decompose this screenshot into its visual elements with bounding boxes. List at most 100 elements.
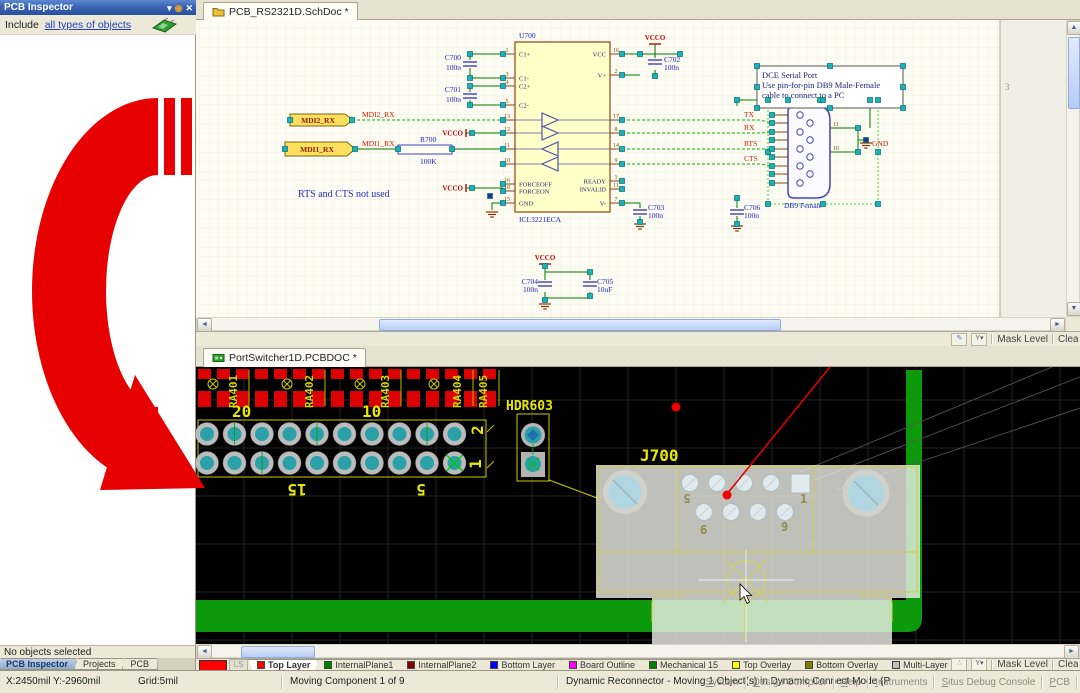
selection-handle[interactable]: [755, 85, 760, 90]
selection-handle[interactable]: [501, 118, 506, 123]
selection-handle[interactable]: [588, 294, 593, 299]
selection-handle[interactable]: [620, 131, 625, 136]
sch-vscroll-thumb[interactable]: [1068, 37, 1080, 109]
panel-button-design-compiler[interactable]: Design Compiler: [747, 677, 833, 688]
selection-handle[interactable]: [620, 118, 625, 123]
sch-mask-level-button[interactable]: Mask Level: [997, 334, 1048, 345]
selection-handle[interactable]: [868, 98, 873, 103]
selection-handle[interactable]: [501, 147, 506, 152]
selection-handle[interactable]: [735, 98, 740, 103]
pcb-scroll-left-icon[interactable]: ◄: [197, 645, 212, 659]
selection-handle[interactable]: [543, 298, 548, 303]
selection-handle[interactable]: [821, 202, 826, 207]
selection-handle[interactable]: [468, 84, 473, 89]
selection-handle[interactable]: [653, 74, 658, 79]
selection-handle[interactable]: [770, 172, 775, 177]
selection-handle[interactable]: [770, 147, 775, 152]
sch-clear-button[interactable]: Clear: [1058, 334, 1078, 345]
selection-handle[interactable]: [856, 126, 861, 131]
selection-handle[interactable]: [876, 202, 881, 207]
selection-handle[interactable]: [620, 201, 625, 206]
selection-handle[interactable]: [620, 179, 625, 184]
selection-handle[interactable]: [501, 182, 506, 187]
selection-handle[interactable]: [770, 181, 775, 186]
selection-handle[interactable]: [770, 155, 775, 160]
selection-handle[interactable]: [501, 201, 506, 206]
selection-handle[interactable]: [501, 189, 506, 194]
selection-handle[interactable]: [501, 162, 506, 167]
panel-button-system[interactable]: System: [699, 677, 744, 688]
sch-vscrollbar[interactable]: ▲ ▼: [1066, 20, 1080, 317]
pcb-canvas[interactable]: RA401RA402RA403RA404RA405201015521HDR603…: [196, 367, 1080, 644]
selection-handle[interactable]: [735, 222, 740, 227]
pcb-clear-button[interactable]: Clear: [1058, 659, 1078, 670]
sch-edit-icon[interactable]: ✎: [951, 333, 967, 346]
header-connector[interactable]: 201015521: [196, 402, 494, 499]
selection-handle[interactable]: [288, 118, 293, 123]
panel-tab-pcb[interactable]: PCB: [122, 658, 159, 670]
selection-handle[interactable]: [770, 113, 775, 118]
selection-handle[interactable]: [620, 73, 625, 78]
pcb-inspector-panel-header[interactable]: PCB Inspector ▾ ◉ ✕: [0, 0, 196, 15]
selection-handle[interactable]: [501, 52, 506, 57]
panel-menu-icon[interactable]: ▾: [167, 3, 172, 13]
pcb-hscroll-thumb[interactable]: [241, 646, 315, 658]
pcb-mask-level-button[interactable]: Mask Level: [997, 659, 1048, 670]
selection-handle[interactable]: [283, 147, 288, 152]
selection-handle[interactable]: [735, 196, 740, 201]
pcb-scroll-right-icon[interactable]: ►: [1064, 645, 1079, 659]
selection-handle[interactable]: [350, 118, 355, 123]
selection-handle[interactable]: [638, 220, 643, 225]
db9-pad-1[interactable]: [791, 474, 810, 493]
panel-button-help[interactable]: Help: [835, 677, 868, 688]
selection-handle[interactable]: [468, 76, 473, 81]
selection-handle[interactable]: [755, 64, 760, 69]
selection-handle[interactable]: [770, 164, 775, 169]
selection-handle[interactable]: [468, 52, 473, 57]
selection-handle[interactable]: [353, 147, 358, 152]
sch-hscroll-thumb[interactable]: [379, 319, 781, 331]
sch-scroll-right-icon[interactable]: ►: [1050, 318, 1065, 332]
selection-handle[interactable]: [901, 85, 906, 90]
selection-handle[interactable]: [620, 52, 625, 57]
selection-handle[interactable]: [828, 106, 833, 111]
sch-scroll-up-icon[interactable]: ▲: [1067, 21, 1080, 35]
sch-document-tab[interactable]: PCB_RS2321D.SchDoc *: [203, 2, 358, 21]
selection-handle[interactable]: [876, 150, 881, 155]
selection-handle[interactable]: [770, 130, 775, 135]
panel-close-icon[interactable]: ✕: [185, 3, 193, 13]
selection-handle[interactable]: [770, 138, 775, 143]
selection-handle[interactable]: [786, 98, 791, 103]
selection-handle[interactable]: [901, 64, 906, 69]
selection-handle[interactable]: [501, 76, 506, 81]
selection-handle[interactable]: [588, 270, 593, 275]
schematic-canvas[interactable]: 3U700ICL3221ECA1345131211101618151621781…: [196, 20, 1080, 317]
panel-button-instruments[interactable]: Instruments: [869, 677, 933, 688]
selection-handle[interactable]: [501, 131, 506, 136]
selection-handle[interactable]: [821, 98, 826, 103]
selection-handle[interactable]: [501, 84, 506, 89]
sheet-port-mdi2-rx[interactable]: MDI2_RX: [290, 114, 353, 126]
selection-handle[interactable]: [620, 147, 625, 152]
selection-handle[interactable]: [678, 52, 683, 57]
selection-handle[interactable]: [620, 187, 625, 192]
selection-handle[interactable]: [876, 98, 881, 103]
note-text-frame[interactable]: DCE Serial PortUse pin-for-pin DB9 Male-…: [757, 66, 903, 108]
sch-scroll-down-icon[interactable]: ▼: [1067, 302, 1080, 316]
selection-handle[interactable]: [766, 202, 771, 207]
selection-handle[interactable]: [638, 52, 643, 57]
sheet-port-mdi1-rx[interactable]: MDI1_RX: [285, 142, 355, 156]
selection-handle[interactable]: [856, 150, 861, 155]
panel-tab-pcb-inspector[interactable]: PCB Inspector: [0, 658, 77, 670]
selection-handle[interactable]: [488, 194, 493, 199]
selection-handle[interactable]: [543, 264, 548, 269]
panel-button-situs-debug-console[interactable]: Situs Debug Console: [935, 677, 1041, 688]
selection-handle[interactable]: [470, 186, 475, 191]
ic-u700[interactable]: U700ICL3221ECA13451312111016181516217814…: [503, 31, 622, 224]
selection-handle[interactable]: [468, 103, 473, 108]
panel-button-pcb[interactable]: PCB: [1043, 677, 1076, 688]
sch-filter-icon[interactable]: Y▾: [971, 333, 987, 346]
selection-handle[interactable]: [766, 98, 771, 103]
selection-handle[interactable]: [770, 121, 775, 126]
panel-tab-projects[interactable]: Projects: [74, 658, 125, 670]
